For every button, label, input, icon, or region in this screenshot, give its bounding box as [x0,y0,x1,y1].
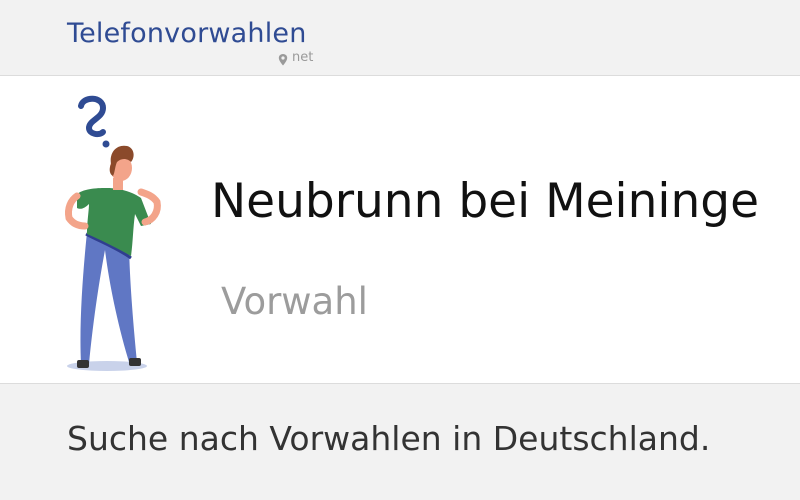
site-header: Telefonvorwahlen net [0,0,800,76]
logo-suffix: net [292,50,314,65]
thinking-person-illustration [65,95,161,371]
question-mark-icon [78,95,110,148]
location-pin-icon [278,54,288,66]
page-title: Neubrunn bei Meininge [211,174,759,229]
page-subtitle: Vorwahl [221,280,368,323]
logo-text: Telefonvorwahlen [67,18,307,49]
hero-section: Neubrunn bei Meininge Vorwahl [0,76,800,384]
search-intro-text: Suche nach Vorwahlen in Deutschland. [67,419,711,458]
site-logo-link[interactable]: Telefonvorwahlen net [67,18,327,68]
